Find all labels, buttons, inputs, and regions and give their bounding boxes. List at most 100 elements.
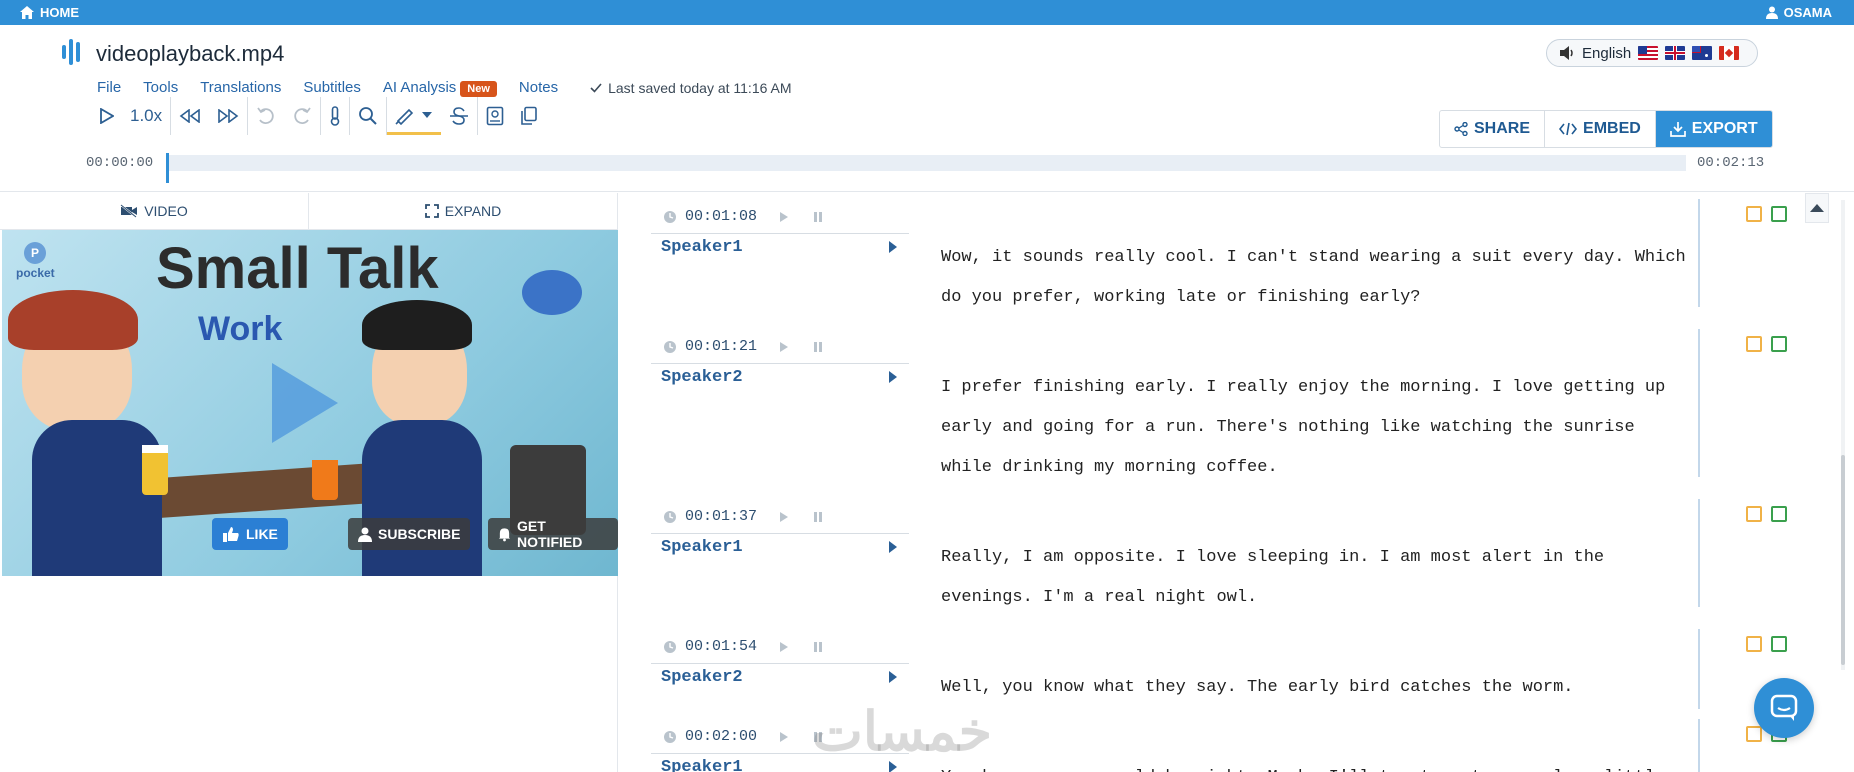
chevron-up-icon (1810, 204, 1824, 212)
speaker-name: Speaker1 (661, 758, 743, 772)
strikethrough-button[interactable] (441, 97, 479, 135)
chat-support-button[interactable] (1754, 678, 1814, 738)
editor-header: videoplayback.mp4 English File Tools Tra… (0, 25, 1854, 192)
speaker-play-icon[interactable] (889, 371, 897, 383)
new-badge: New (460, 81, 497, 97)
speaker-name: Speaker1 (661, 538, 743, 557)
menu-file[interactable]: File (97, 79, 121, 96)
get-notified-button[interactable]: GET NOTIFIED (488, 518, 618, 550)
segment-timestamp[interactable]: 00:02:00 (663, 728, 823, 745)
note-icon[interactable] (1746, 726, 1762, 742)
canada-flag-icon[interactable] (1719, 46, 1740, 60)
segment-pause-icon[interactable] (813, 511, 823, 523)
us-flag-icon[interactable] (1638, 46, 1659, 60)
note-icon[interactable] (1746, 206, 1762, 222)
speaker-label[interactable]: Speaker1 (651, 233, 909, 259)
speaker-label[interactable]: Speaker1 (651, 533, 909, 559)
speaker-name: Speaker2 (661, 368, 743, 387)
bird-mascot (522, 270, 582, 315)
segment-text[interactable]: Really, I am opposite. I love sleeping i… (941, 538, 1691, 618)
checkbox[interactable] (1771, 506, 1787, 522)
embed-button[interactable]: EMBED (1545, 111, 1656, 147)
note-icon[interactable] (1746, 636, 1762, 652)
segment-pause-icon[interactable] (813, 641, 823, 653)
play-button[interactable] (92, 97, 122, 135)
tab-expand-label: EXPAND (444, 203, 502, 219)
media-tabs: VIDEO EXPAND (0, 193, 617, 230)
speaker-play-icon[interactable] (889, 671, 897, 683)
speaker-play-icon[interactable] (889, 541, 897, 553)
segment-time: 00:01:54 (685, 638, 758, 655)
tab-video[interactable]: VIDEO (0, 193, 309, 229)
segment-timestamp[interactable]: 00:01:21 (663, 338, 823, 355)
thermometer-icon (330, 106, 340, 126)
segment-play-icon[interactable] (779, 211, 789, 223)
video-player[interactable]: P pocket Small Talk Work LIKE SUBSCRIBE … (2, 230, 618, 576)
rewind-button[interactable] (171, 97, 209, 135)
segment-text[interactable]: I prefer finishing early. I really enjoy… (941, 368, 1691, 488)
segment-play-icon[interactable] (779, 341, 789, 353)
embed-label: EMBED (1583, 120, 1641, 137)
menu-subtitles[interactable]: Subtitles (303, 79, 361, 96)
redo-button[interactable] (284, 97, 322, 135)
timeline-playhead[interactable] (166, 153, 169, 183)
share-button[interactable]: SHARE (1440, 111, 1546, 147)
segment-text[interactable]: Well, you know what they say. The early … (941, 668, 1691, 708)
undo-button[interactable] (248, 97, 284, 135)
menu-ai-analysis[interactable]: AI Analysis New (383, 79, 497, 97)
subscribe-button[interactable]: SUBSCRIBE (348, 518, 471, 550)
play-overlay-icon[interactable] (272, 363, 338, 443)
video-off-icon (120, 204, 138, 218)
segment-divider (1698, 719, 1700, 772)
segment-pause-icon[interactable] (813, 211, 823, 223)
checkbox[interactable] (1771, 206, 1787, 222)
temperature-button[interactable] (321, 97, 351, 135)
language-selector[interactable]: English (1546, 39, 1758, 67)
segment-timestamp[interactable]: 00:01:37 (663, 508, 823, 525)
like-button[interactable]: LIKE (212, 518, 288, 550)
copy-button[interactable] (512, 97, 546, 135)
menu-translations[interactable]: Translations (200, 79, 281, 96)
scroll-to-top-button[interactable] (1805, 193, 1829, 223)
segment-text[interactable]: You know... you could be right. Maybe I'… (941, 758, 1691, 772)
timeline-track[interactable] (166, 153, 1686, 183)
segment-play-icon[interactable] (779, 731, 789, 743)
note-icon[interactable] (1746, 506, 1762, 522)
segment-time: 00:01:08 (685, 208, 758, 225)
segment-time: 00:01:37 (685, 508, 758, 525)
note-icon[interactable] (1746, 336, 1762, 352)
australia-flag-icon[interactable] (1692, 46, 1713, 60)
home-link[interactable]: HOME (20, 5, 79, 20)
speed-button[interactable]: 1.0x (122, 97, 172, 135)
redo-icon (294, 107, 311, 124)
segment-pause-icon[interactable] (813, 341, 823, 353)
segment-play-icon[interactable] (779, 641, 789, 653)
home-label: HOME (40, 5, 79, 20)
speaker-label[interactable]: Speaker2 (651, 363, 909, 389)
uk-flag-icon[interactable] (1665, 46, 1686, 60)
segment-text[interactable]: Wow, it sounds really cool. I can't stan… (941, 238, 1691, 318)
speaker-label[interactable]: Speaker2 (651, 663, 909, 689)
export-button[interactable]: EXPORT (1655, 111, 1772, 147)
segment-divider (1698, 199, 1700, 307)
menu-tools[interactable]: Tools (143, 79, 178, 96)
speaker-play-icon[interactable] (889, 241, 897, 253)
checkbox[interactable] (1771, 636, 1787, 652)
checkbox[interactable] (1771, 336, 1787, 352)
checkmark-icon (590, 82, 602, 93)
segment-divider (1698, 629, 1700, 709)
search-button[interactable] (350, 97, 388, 135)
segment-timestamp[interactable]: 00:01:54 (663, 638, 823, 655)
share-export-group: SHARE EMBED EXPORT (1439, 110, 1773, 148)
fast-forward-button[interactable] (209, 97, 249, 135)
highlight-button[interactable] (387, 97, 442, 135)
segment-play-icon[interactable] (779, 511, 789, 523)
user-menu[interactable]: OSAMA (1765, 5, 1832, 20)
user-icon (1765, 6, 1778, 19)
clock-icon (664, 640, 676, 653)
menu-notes[interactable]: Notes (519, 79, 558, 96)
glossary-button[interactable] (478, 97, 512, 135)
scrollbar-thumb[interactable] (1841, 455, 1845, 665)
segment-timestamp[interactable]: 00:01:08 (663, 208, 823, 225)
tab-expand[interactable]: EXPAND (309, 193, 617, 229)
